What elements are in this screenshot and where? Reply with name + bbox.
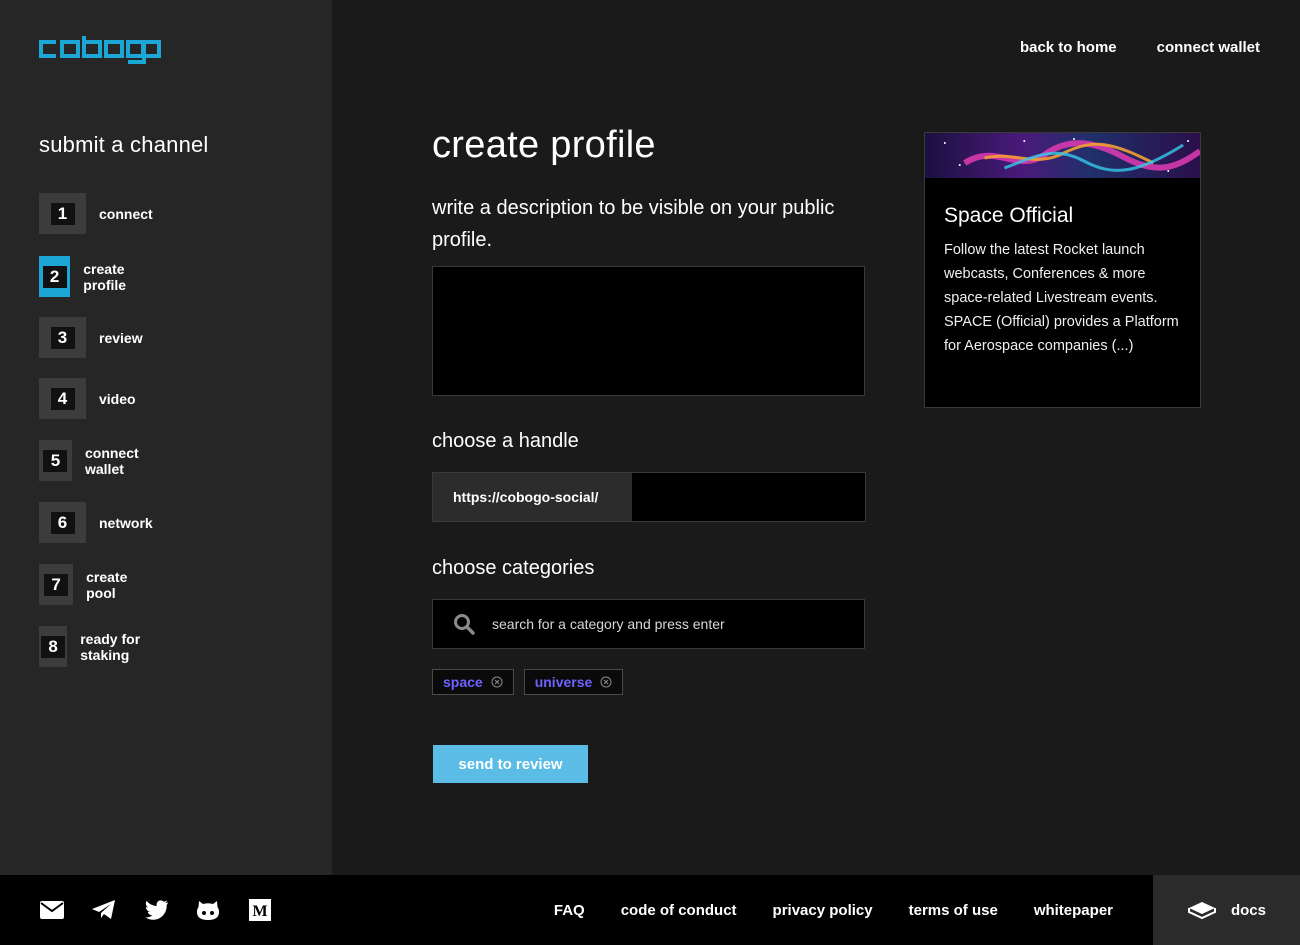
channel-preview-card: Space Official Follow the latest Rocket … xyxy=(924,132,1201,408)
handle-input[interactable] xyxy=(632,473,865,521)
step-create-profile[interactable]: 2 create profile xyxy=(39,256,142,297)
step-label: network xyxy=(99,514,153,531)
back-to-home-link[interactable]: back to home xyxy=(1020,39,1117,56)
step-review[interactable]: 3 review xyxy=(39,317,143,358)
step-number-box: 8 xyxy=(39,626,68,667)
send-to-review-button[interactable]: send to review xyxy=(433,745,588,783)
search-icon xyxy=(454,614,475,635)
description-label: write a description to be visible on you… xyxy=(432,197,835,251)
step-video[interactable]: 4 video xyxy=(39,378,136,419)
footer-link-whitepaper[interactable]: whitepaper xyxy=(1034,902,1113,919)
footer-links: FAQ code of conduct privacy policy terms… xyxy=(0,875,1153,945)
channel-banner-image xyxy=(925,133,1200,178)
step-number: 4 xyxy=(50,387,75,410)
category-search-input[interactable] xyxy=(492,600,864,648)
close-circle-icon[interactable] xyxy=(600,676,612,688)
connect-wallet-link[interactable]: connect wallet xyxy=(1157,39,1260,56)
footer-link-faq[interactable]: FAQ xyxy=(554,902,585,919)
step-number-box: 6 xyxy=(39,502,86,543)
categories-label: choose categories xyxy=(432,557,595,579)
step-number: 1 xyxy=(50,202,75,225)
category-tags: space universe xyxy=(432,669,624,695)
handle-label: choose a handle xyxy=(432,430,579,452)
category-tag[interactable]: space xyxy=(432,669,514,695)
step-number: 6 xyxy=(50,511,75,534)
step-number: 7 xyxy=(44,573,69,596)
tag-label: space xyxy=(443,674,483,690)
step-number-box: 5 xyxy=(39,440,72,481)
category-tag[interactable]: universe xyxy=(523,669,624,695)
step-number-box: 3 xyxy=(39,317,86,358)
footer: M FAQ code of conduct privacy policy ter… xyxy=(0,875,1300,945)
top-nav: back to home connect wallet xyxy=(1020,39,1260,56)
step-connect-wallet[interactable]: 5 connect wallet xyxy=(39,440,153,481)
page-title: create profile xyxy=(432,124,656,166)
step-number: 2 xyxy=(42,265,67,288)
step-number-box: 1 xyxy=(39,193,86,234)
step-label: connect xyxy=(99,205,153,222)
book-icon xyxy=(1187,902,1216,920)
tag-label: universe xyxy=(534,674,593,690)
step-label: connect wallet xyxy=(84,444,139,477)
step-number-box: 2 xyxy=(39,256,71,297)
step-label: ready for staking xyxy=(80,630,141,663)
sidebar: submit a channel 1 connect 2 create prof… xyxy=(0,0,332,875)
handle-field: https://cobogo-social/ xyxy=(432,472,866,522)
description-textarea[interactable] xyxy=(432,266,865,396)
step-label: create pool xyxy=(86,568,128,601)
footer-link-terms-of-use[interactable]: terms of use xyxy=(909,902,998,919)
step-label: video xyxy=(99,390,136,407)
step-number: 8 xyxy=(41,635,66,658)
channel-description: Follow the latest Rocket launch webcasts… xyxy=(944,242,1179,354)
cobogo-logo[interactable] xyxy=(39,36,161,64)
handle-prefix: https://cobogo-social/ xyxy=(433,473,632,521)
docs-button[interactable]: docs xyxy=(1153,875,1300,945)
footer-link-privacy-policy[interactable]: privacy policy xyxy=(773,902,873,919)
footer-link-code-of-conduct[interactable]: code of conduct xyxy=(621,902,737,919)
step-number-box: 7 xyxy=(39,564,74,605)
close-circle-icon[interactable] xyxy=(491,676,503,688)
step-number: 5 xyxy=(43,449,68,472)
step-number: 3 xyxy=(50,326,75,349)
sidebar-title: submit a channel xyxy=(39,132,209,157)
step-connect[interactable]: 1 connect xyxy=(39,193,153,234)
step-create-pool[interactable]: 7 create pool xyxy=(39,564,140,605)
step-number-box: 4 xyxy=(39,378,86,419)
category-search xyxy=(432,599,865,649)
channel-title: Space Official xyxy=(944,204,1074,227)
step-label: create profile xyxy=(83,260,127,293)
step-network[interactable]: 6 network xyxy=(39,502,153,543)
step-ready-for-staking[interactable]: 8 ready for staking xyxy=(39,626,148,667)
docs-label: docs xyxy=(1230,901,1266,919)
step-label: review xyxy=(99,329,143,346)
